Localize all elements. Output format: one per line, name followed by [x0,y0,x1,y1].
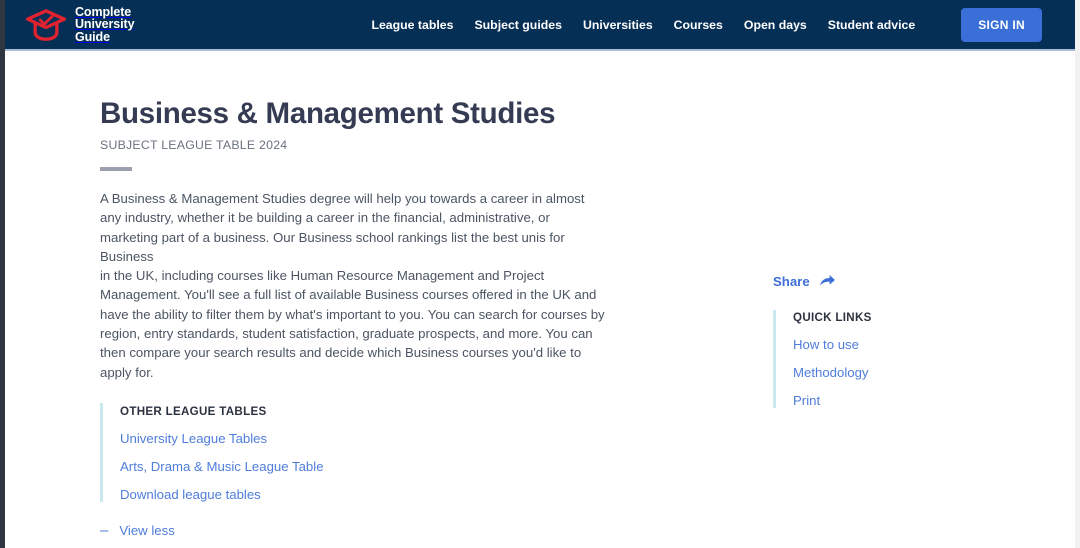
nav-item-league-tables[interactable]: League tables [371,18,453,32]
page-root: Complete University Guide League tables … [0,0,1080,548]
nav-item-universities[interactable]: Universities [583,18,653,32]
quick-links-block: QUICK LINKS How to use Methodology Print [773,310,1003,408]
site-header: Complete University Guide League tables … [0,0,1080,51]
quick-link-how-to-use[interactable]: How to use [793,337,1003,352]
share-arrow-icon [819,275,835,286]
graduation-cap-check-icon [26,8,66,41]
page-subtitle: SUBJECT LEAGUE TABLE 2024 [100,138,288,152]
minus-icon: – [100,521,109,539]
right-sidebar: Share QUICK LINKS How to use Methodology… [773,273,1003,408]
nav-item-subject-guides[interactable]: Subject guides [474,18,561,32]
view-less-toggle[interactable]: – View less [100,523,175,538]
logo-line-2: University [75,17,135,32]
nav-item-student-advice[interactable]: Student advice [828,18,915,32]
quick-link-methodology[interactable]: Methodology [793,365,1003,380]
title-divider [100,167,132,171]
site-logo[interactable]: Complete University Guide [26,6,135,44]
page-title: Business & Management Studies [100,97,556,130]
quick-link-print[interactable]: Print [793,393,1003,408]
subject-intro-paragraph: A Business & Management Studies degree w… [100,191,605,380]
site-logo-text: Complete University Guide [75,6,135,44]
nav-item-courses[interactable]: Courses [674,18,723,32]
nav-item-open-days[interactable]: Open days [744,18,807,32]
view-less-label: View less [119,522,175,538]
window-left-edge [0,0,5,548]
other-league-tables-block: OTHER LEAGUE TABLES University League Ta… [100,402,1080,502]
window-right-edge [1075,0,1080,548]
link-university-league-tables[interactable]: University League Tables [120,431,1080,446]
quick-links-heading: QUICK LINKS [793,311,872,324]
link-download-league-tables[interactable]: Download league tables [120,487,1080,502]
primary-navigation: League tables Subject guides Universitie… [371,7,1080,42]
share-button[interactable]: Share [773,274,836,289]
link-arts-drama-music-league-table[interactable]: Arts, Drama & Music League Table [120,459,1080,474]
share-label: Share [773,274,810,289]
logo-line-3: Guide [75,29,110,44]
main-content: Business & Management Studies SUBJECT LE… [0,97,1080,548]
sign-in-button[interactable]: SIGN IN [961,7,1042,42]
